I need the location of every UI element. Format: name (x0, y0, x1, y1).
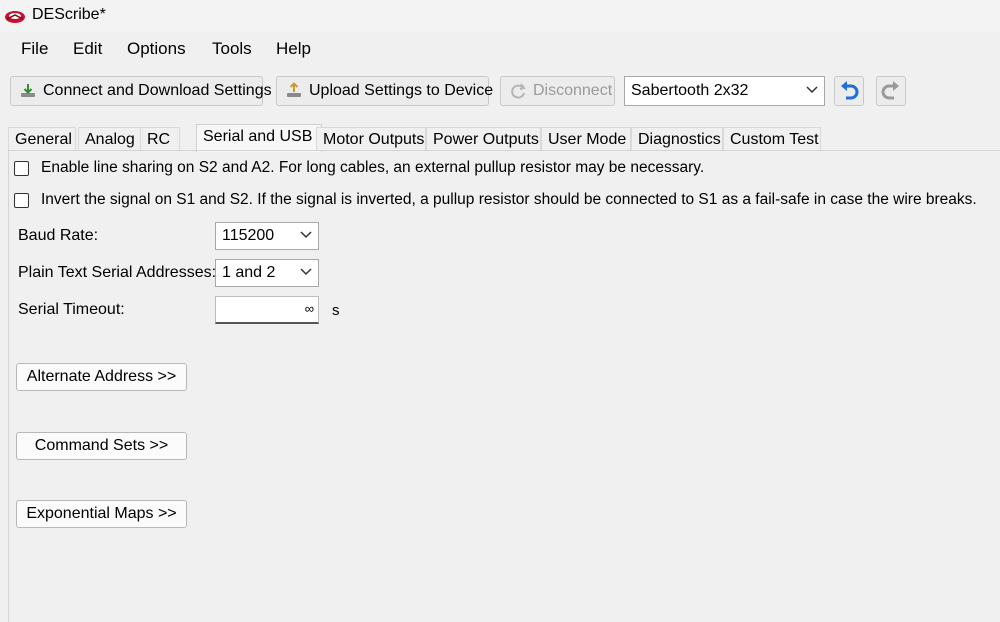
upload-icon (285, 82, 303, 100)
menu-file[interactable]: File (21, 39, 48, 59)
tab-diagnostics[interactable]: Diagnostics (631, 127, 723, 151)
menu-help[interactable]: Help (276, 39, 311, 59)
title-bar: DEScribe* (0, 0, 1000, 32)
serial-timeout-input[interactable]: ∞ (215, 296, 319, 324)
device-select-value: Sabertooth 2x32 (631, 82, 749, 99)
device-select[interactable]: Sabertooth 2x32 (624, 76, 825, 106)
undo-icon (841, 81, 859, 100)
panel-left-border (8, 150, 9, 622)
upload-settings-label: Upload Settings to Device (309, 82, 494, 99)
undo-button[interactable] (834, 76, 864, 106)
connect-download-button[interactable]: Connect and Download Settings (10, 76, 272, 106)
baud-rate-label: Baud Rate: (18, 227, 99, 244)
command-sets-button[interactable]: Command Sets >> (16, 432, 187, 460)
line-sharing-row: Enable line sharing on S2 and A2. For lo… (14, 159, 704, 177)
invert-signal-label: Invert the signal on S1 and S2. If the s… (41, 191, 977, 208)
download-icon (19, 82, 37, 100)
menu-options[interactable]: Options (127, 39, 186, 59)
chevron-down-icon (300, 231, 312, 239)
tab-power-outputs[interactable]: Power Outputs (426, 127, 541, 151)
tab-serial-usb[interactable]: Serial and USB (196, 124, 322, 152)
upload-settings-button[interactable]: Upload Settings to Device (276, 76, 493, 106)
serial-addresses-select[interactable]: 1 and 2 (215, 259, 319, 287)
window-title: DEScribe* (32, 6, 106, 23)
refresh-icon (509, 82, 527, 100)
chevron-down-icon (806, 86, 818, 94)
tab-panel-border (8, 150, 1000, 151)
menu-tools[interactable]: Tools (212, 39, 252, 59)
line-sharing-checkbox[interactable] (14, 160, 29, 176)
tab-custom-test[interactable]: Custom Test (723, 127, 821, 151)
chevron-down-icon (300, 268, 312, 276)
app-logo-icon (5, 11, 25, 23)
serial-timeout-label: Serial Timeout: (18, 301, 125, 318)
redo-icon (881, 81, 899, 100)
line-sharing-label: Enable line sharing on S2 and A2. For lo… (41, 159, 705, 176)
exponential-maps-button[interactable]: Exponential Maps >> (16, 500, 187, 528)
tab-general[interactable]: General (8, 127, 76, 151)
invert-signal-checkbox[interactable] (14, 192, 29, 208)
tab-rc[interactable]: RC (140, 127, 180, 151)
disconnect-button[interactable]: Disconnect (500, 76, 615, 106)
baud-rate-select[interactable]: 115200 (215, 222, 319, 250)
invert-signal-row: Invert the signal on S1 and S2. If the s… (14, 191, 977, 209)
menu-edit[interactable]: Edit (73, 39, 102, 59)
menu-bar: File Edit Options Tools Help (0, 32, 1000, 66)
serial-addresses-label: Plain Text Serial Addresses: (18, 264, 217, 281)
alternate-address-button[interactable]: Alternate Address >> (16, 363, 187, 391)
serial-addresses-value: 1 and 2 (222, 264, 276, 281)
baud-rate-value: 115200 (222, 227, 275, 244)
disconnect-label: Disconnect (533, 82, 613, 99)
redo-button[interactable] (876, 76, 906, 106)
connect-download-label: Connect and Download Settings (43, 82, 272, 99)
tab-motor-outputs[interactable]: Motor Outputs (316, 127, 426, 151)
tab-user-mode[interactable]: User Mode (541, 127, 631, 151)
timeout-unit-label: s (332, 302, 340, 319)
tab-analog[interactable]: Analog (78, 127, 143, 151)
